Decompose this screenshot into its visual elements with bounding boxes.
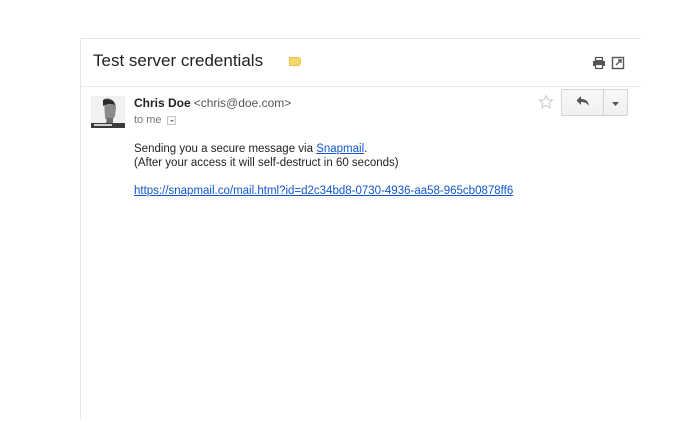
- label-tag-icon[interactable]: [289, 57, 301, 66]
- sender-email: <chris@doe.com>: [193, 96, 292, 110]
- sender-line: Chris Doe <chris@doe.com>: [134, 96, 291, 110]
- print-icon[interactable]: [592, 56, 606, 70]
- recipient-text: to me: [134, 114, 162, 126]
- email-body: Sending you a secure message via Snapmai…: [134, 142, 513, 198]
- reply-button[interactable]: [561, 89, 604, 116]
- header-divider: [81, 86, 641, 87]
- star-icon[interactable]: [538, 94, 554, 110]
- body-line-2: (After your access it will self-destruct…: [134, 157, 399, 169]
- secure-message-link[interactable]: https://snapmail.co/mail.html?id=d2c34bd…: [134, 184, 513, 198]
- recipient-line: to me: [134, 114, 176, 126]
- header-actions: [592, 56, 625, 70]
- reply-controls: [561, 89, 628, 116]
- avatar[interactable]: [91, 96, 125, 128]
- snapmail-link[interactable]: Snapmail: [316, 143, 364, 155]
- body-spacer: [134, 170, 513, 184]
- subject-row: Test server credentials: [93, 51, 633, 75]
- email-subject: Test server credentials: [93, 51, 264, 70]
- body-line-1: Sending you a secure message via Snapmai…: [134, 142, 513, 156]
- email-view: Test server credentials Chris Doe <chris…: [80, 38, 641, 419]
- new-window-icon[interactable]: [611, 56, 625, 70]
- reply-icon: [576, 94, 590, 112]
- body-intro-suffix: .: [364, 143, 368, 155]
- sender-name[interactable]: Chris Doe: [134, 96, 191, 110]
- chevron-down-icon: [612, 94, 619, 112]
- show-details-icon[interactable]: [166, 115, 176, 125]
- body-intro-text: Sending you a secure message via: [134, 143, 317, 155]
- more-actions-button[interactable]: [604, 89, 628, 116]
